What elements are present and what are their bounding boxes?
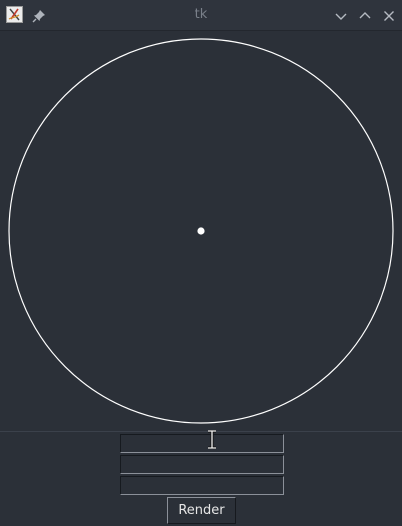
- chevron-down-icon[interactable]: [334, 8, 348, 22]
- center-point: [197, 227, 205, 235]
- title-bar[interactable]: tk: [0, 0, 402, 31]
- tk-window: tk Render: [0, 0, 402, 526]
- input-field-3[interactable]: [120, 476, 284, 495]
- render-button[interactable]: Render: [167, 497, 236, 524]
- input-field-2[interactable]: [120, 455, 284, 474]
- pin-icon[interactable]: [32, 8, 46, 23]
- chevron-up-icon[interactable]: [358, 8, 372, 22]
- input-field-1[interactable]: [120, 434, 284, 453]
- drawing-canvas[interactable]: [0, 32, 402, 432]
- tk-app-icon[interactable]: [6, 6, 23, 23]
- close-icon[interactable]: [382, 8, 396, 22]
